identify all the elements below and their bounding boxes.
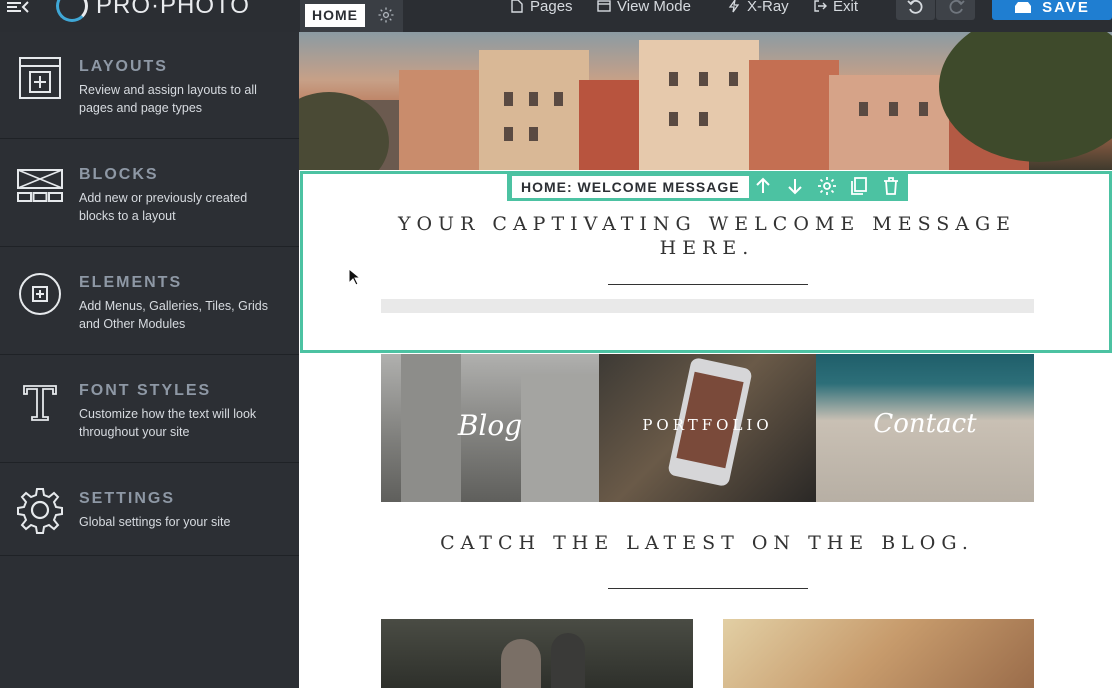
view-mode-link-label: View Mode — [617, 0, 691, 15]
sidebar-item-settings[interactable]: SETTINGS Global settings for your site — [0, 464, 299, 556]
exit-link[interactable]: Exit — [813, 0, 858, 16]
sidebar-item-description: Customize how the text will look through… — [79, 407, 257, 439]
sidebar-item-title: BLOCKS — [79, 166, 159, 183]
sidebar-item-title: FONT STYLES — [79, 382, 212, 399]
move-up-icon[interactable] — [753, 176, 773, 196]
tile-label: PORTFOLIO — [642, 416, 773, 434]
logo-text: PRO·PHOTO — [96, 0, 250, 19]
collapse-menu-icon[interactable] — [4, 0, 30, 14]
exit-icon — [814, 0, 827, 12]
redo-button[interactable] — [936, 0, 975, 20]
sidebar-item-description: Add new or previously created blocks to … — [79, 191, 248, 223]
pages-link-label: Pages — [530, 0, 573, 15]
save-icon — [1015, 2, 1032, 13]
undo-redo-group — [896, 0, 976, 20]
xray-link[interactable]: X-Ray — [727, 0, 789, 16]
view-mode-link[interactable]: View Mode — [597, 0, 691, 16]
current-page-label: HOME — [305, 4, 365, 27]
font-styles-icon — [23, 385, 57, 421]
mouse-cursor-icon — [348, 268, 360, 286]
top-toolbar: PRO·PHOTO HOME Pages View Mode X-Ray Exi… — [0, 0, 1112, 32]
block-label: HOME: WELCOME MESSAGE — [512, 176, 749, 198]
site-preview: YOUR CAPTIVATING WELCOME MESSAGE HERE. H… — [299, 32, 1112, 688]
undo-button[interactable] — [896, 0, 935, 20]
welcome-divider — [608, 284, 808, 285]
sidebar-item-description: Review and assign layouts to all pages a… — [79, 83, 257, 115]
block-settings-gear-icon[interactable] — [817, 176, 837, 196]
sidebar-item-description: Global settings for your site — [79, 515, 231, 529]
blog-divider — [608, 588, 808, 589]
move-down-icon[interactable] — [785, 176, 805, 196]
prophoto-logo: PRO·PHOTO — [56, 0, 250, 22]
app-window: PRO·PHOTO HOME Pages View Mode X-Ray Exi… — [0, 0, 1112, 688]
tile-contact[interactable]: Contact — [816, 354, 1034, 502]
tile-portfolio[interactable]: PORTFOLIO — [599, 354, 816, 502]
sidebar-item-blocks[interactable]: BLOCKS Add new or previously created blo… — [0, 140, 299, 247]
welcome-title: YOUR CAPTIVATING WELCOME MESSAGE HERE. — [397, 213, 1017, 259]
save-button-label: SAVE — [1042, 0, 1090, 16]
logo-mark-icon — [56, 0, 88, 22]
redo-icon — [949, 0, 965, 14]
exit-link-label: Exit — [833, 0, 859, 15]
block-label-toolbar: HOME: WELCOME MESSAGE — [507, 172, 908, 201]
blog-heading: CATCH THE LATEST ON THE BLOG. — [440, 532, 974, 554]
page-icon — [511, 0, 523, 13]
delete-trash-icon[interactable] — [881, 176, 901, 196]
tile-blog[interactable]: Blog — [381, 354, 599, 502]
undo-icon — [906, 0, 922, 14]
sidebar-item-title: ELEMENTS — [79, 274, 183, 291]
xray-icon — [728, 0, 740, 13]
welcome-content-placeholder — [381, 299, 1034, 313]
duplicate-icon[interactable] — [849, 176, 869, 196]
save-button[interactable]: SAVE — [992, 0, 1112, 20]
settings-icon — [17, 488, 63, 534]
hero-image — [299, 32, 1112, 170]
sidebar-item-font-styles[interactable]: FONT STYLES Customize how the text will … — [0, 356, 299, 463]
sidebar-item-description: Add Menus, Galleries, Tiles, Grids and O… — [79, 299, 268, 331]
sidebar-item-title: LAYOUTS — [79, 58, 168, 75]
page-settings-gear-icon[interactable] — [377, 6, 395, 24]
pages-link[interactable]: Pages — [510, 0, 573, 16]
blog-post-thumbnail[interactable] — [381, 619, 693, 688]
tile-label: Contact — [873, 409, 977, 439]
xray-link-label: X-Ray — [747, 0, 789, 15]
sidebar: LAYOUTS Review and assign layouts to all… — [0, 32, 299, 688]
sidebar-item-title: SETTINGS — [79, 490, 176, 507]
elements-icon — [19, 273, 61, 315]
layouts-icon — [19, 57, 61, 99]
current-page-tab[interactable]: HOME — [300, 0, 403, 32]
view-mode-icon — [597, 0, 611, 12]
blocks-icon — [17, 169, 63, 202]
tile-label: Blog — [457, 409, 523, 442]
sidebar-item-elements[interactable]: ELEMENTS Add Menus, Galleries, Tiles, Gr… — [0, 248, 299, 355]
sidebar-item-layouts[interactable]: LAYOUTS Review and assign layouts to all… — [0, 32, 299, 139]
blog-post-thumbnail[interactable] — [723, 619, 1034, 688]
